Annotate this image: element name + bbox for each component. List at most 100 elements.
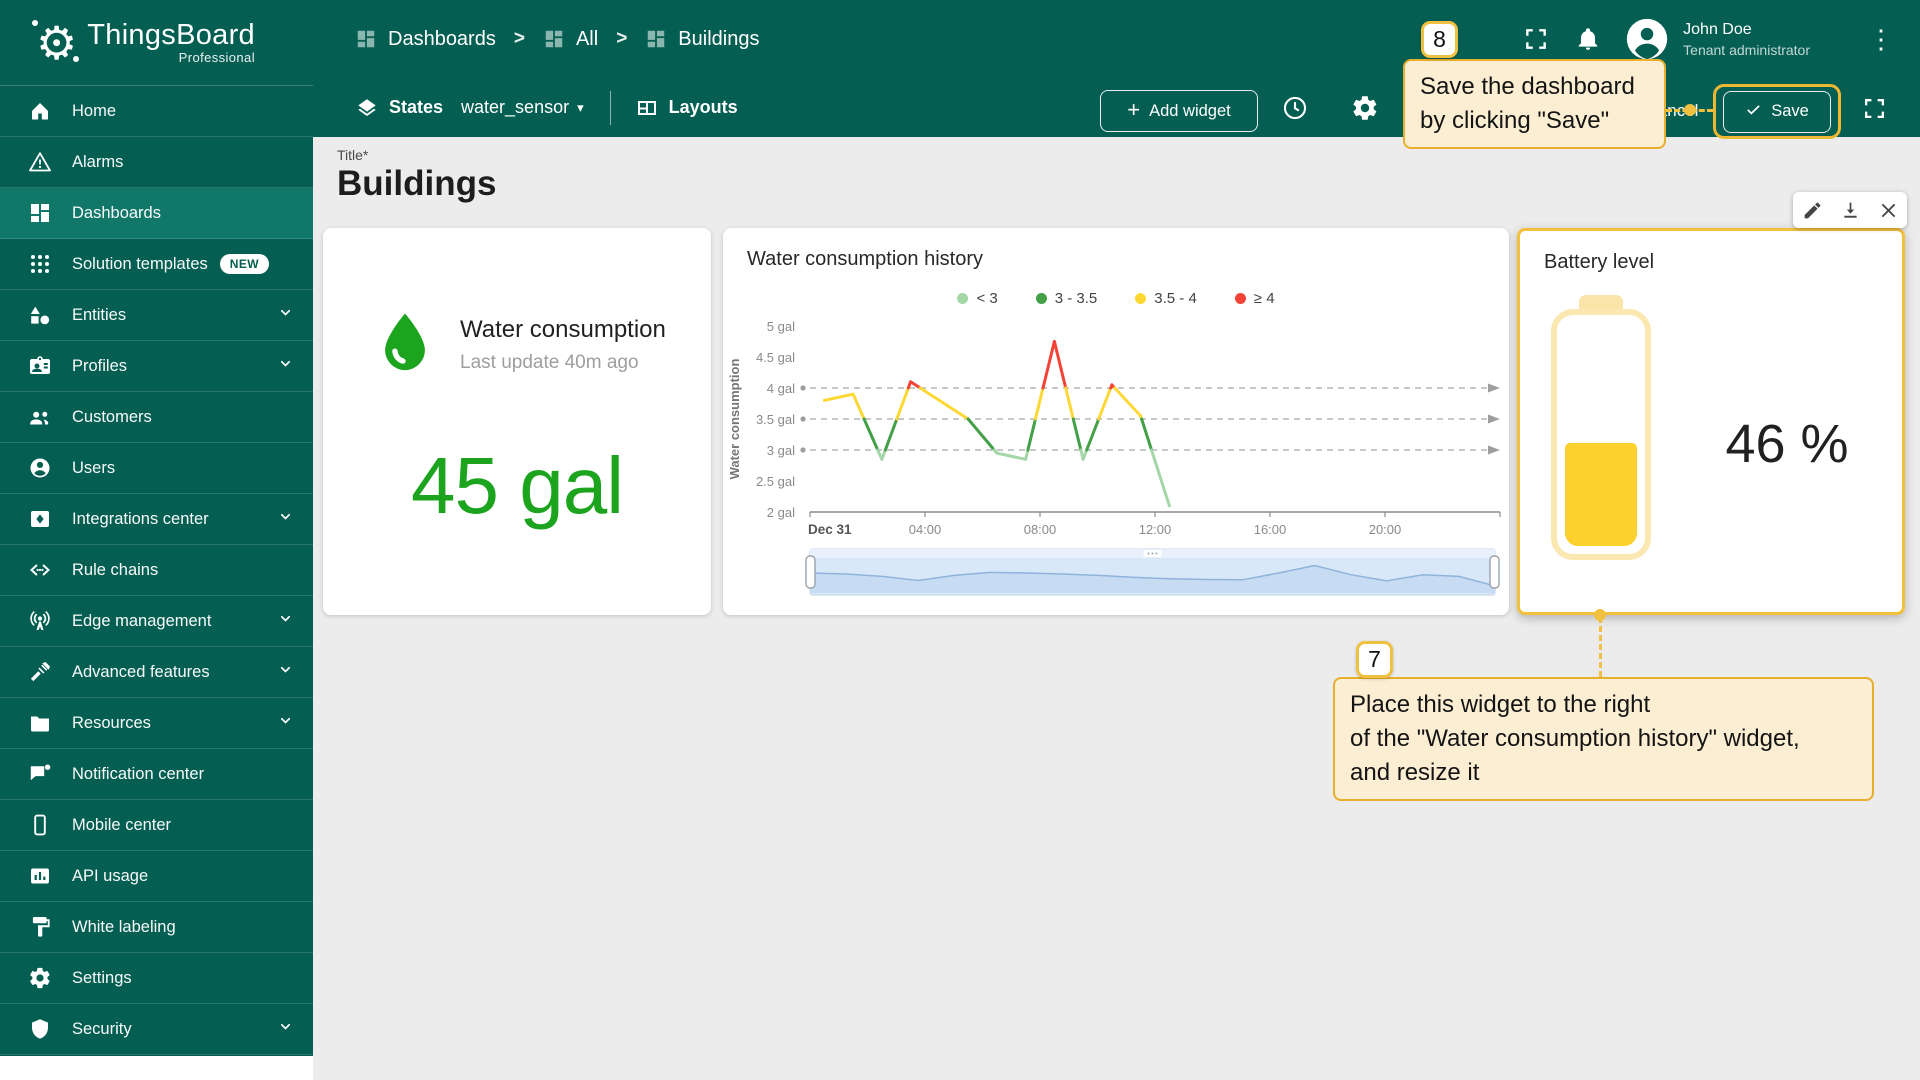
dashboard-icon bbox=[648, 30, 665, 48]
series-segment bbox=[1041, 340, 1056, 390]
breadcrumb-item-buildings[interactable]: Buildings bbox=[645, 28, 759, 51]
x-axis-tick-label: 12:00 bbox=[1139, 522, 1172, 537]
chevron-down-icon bbox=[280, 309, 291, 316]
water-drop-icon bbox=[374, 310, 436, 383]
tutorial-step-badge: 8 bbox=[1421, 21, 1458, 58]
widget-water-consumption[interactable]: Water consumption Last update 40m ago 45… bbox=[323, 228, 711, 615]
sidebar-item-mobile-center[interactable]: Mobile center bbox=[0, 800, 313, 851]
threshold-dot bbox=[800, 447, 806, 453]
sidebar-item-dashboards[interactable]: Dashboards bbox=[0, 188, 313, 239]
history-chart-title: Water consumption history bbox=[747, 248, 984, 270]
threshold-dot bbox=[800, 416, 806, 422]
sidebar-item-customers[interactable]: Customers bbox=[0, 392, 313, 443]
breadcrumb-item-all[interactable]: All bbox=[543, 28, 598, 51]
check-icon bbox=[1745, 101, 1762, 123]
dashboard-icon bbox=[357, 30, 375, 48]
water-consumption-value: 45 gal bbox=[411, 441, 624, 530]
thingsboard-logo[interactable]: ⚙ ThingsBoard Professional bbox=[0, 0, 313, 86]
breadcrumb: Dashboards > All > Buildings bbox=[355, 28, 759, 51]
breadcrumb-item-dashboards[interactable]: Dashboards bbox=[355, 28, 496, 51]
series-segment bbox=[1113, 386, 1143, 418]
sidebar-item-integrations-center[interactable]: Integrations center bbox=[0, 494, 313, 545]
sidebar-item-api-usage[interactable]: API usage bbox=[0, 851, 313, 902]
sidebar-item-white-labeling[interactable]: White labeling bbox=[0, 902, 313, 953]
chevron-down-icon bbox=[280, 615, 291, 622]
sidebar-item-alarms[interactable]: Alarms bbox=[0, 137, 313, 188]
threshold-arrow-icon bbox=[1488, 414, 1500, 424]
sidebar-item-advanced-features[interactable]: Advanced features bbox=[0, 647, 313, 698]
download-icon[interactable] bbox=[1840, 200, 1861, 221]
time-window-clock-icon[interactable] bbox=[1281, 94, 1309, 122]
minimap-handle-right[interactable] bbox=[1489, 555, 1500, 589]
sidebar-item-security[interactable]: Security bbox=[0, 1004, 313, 1055]
series-segment bbox=[1033, 386, 1045, 421]
series-segment bbox=[1150, 448, 1171, 508]
sidebar-item-settings[interactable]: Settings bbox=[0, 953, 313, 1004]
chevron-down-icon bbox=[280, 666, 291, 673]
series-segment bbox=[851, 392, 866, 421]
dashboard-toolbar: States water_sensor ▾ Layouts + Add widg… bbox=[313, 78, 1920, 139]
thingsboard-logo-icon: ⚙ bbox=[32, 19, 80, 66]
save-button-highlight-ring: Save bbox=[1713, 84, 1841, 139]
sidebar-item-users[interactable]: Users bbox=[0, 443, 313, 494]
edit-icon[interactable] bbox=[1802, 200, 1823, 221]
sidebar-item-rule-chains[interactable]: Rule chains bbox=[0, 545, 313, 596]
widget-water-consumption-history[interactable]: Water consumption history < 3 3 - 3.5 3.5 … bbox=[723, 228, 1509, 615]
kebab-menu-icon[interactable]: ⋮ bbox=[1868, 26, 1894, 52]
fullscreen-icon[interactable] bbox=[1523, 26, 1549, 52]
widget-action-toolbar bbox=[1793, 192, 1907, 228]
user-menu[interactable]: John Doe Tenant administrator bbox=[1683, 21, 1810, 58]
sidebar-item-profiles[interactable]: Profiles bbox=[0, 341, 313, 392]
api-usage-icon bbox=[31, 868, 49, 884]
widget-battery-level[interactable]: Battery level 46 % bbox=[1517, 228, 1905, 615]
y-axis-tick-label: 3 gal bbox=[767, 443, 795, 458]
series-segment bbox=[822, 392, 855, 402]
legend-item[interactable]: 3.5 - 4 bbox=[1135, 290, 1197, 307]
minimap-handle-left[interactable] bbox=[805, 555, 816, 589]
water-consumption-title: Water consumption bbox=[460, 316, 666, 343]
y-axis-tick-label: 4.5 gal bbox=[756, 350, 795, 365]
history-chart-svg: 5 gal 4.5 gal 4 gal 3.5 gal 3 gal 2.5 gal 2 ga… bbox=[727, 319, 1501, 596]
sidebar-item-edge-management[interactable]: Edge management bbox=[0, 596, 313, 647]
toolbar-fullscreen-icon[interactable] bbox=[1862, 96, 1887, 121]
chevron-down-icon bbox=[280, 513, 291, 520]
save-button[interactable]: Save bbox=[1723, 90, 1831, 133]
sidebar-item-notification-center[interactable]: Notification center bbox=[0, 749, 313, 800]
user-avatar[interactable] bbox=[1625, 17, 1669, 61]
chevron-down-icon bbox=[280, 717, 291, 724]
x-axis-tick-label: 08:00 bbox=[1024, 522, 1057, 537]
customers-icon bbox=[30, 411, 49, 425]
legend-dot-icon bbox=[957, 293, 969, 304]
notifications-bell-icon[interactable] bbox=[1575, 26, 1601, 52]
legend-item[interactable]: ≥ 4 bbox=[1234, 290, 1275, 307]
mobile-center-icon bbox=[34, 814, 46, 836]
sidebar-item-solution-templates[interactable]: Solution templates NEW bbox=[0, 239, 313, 290]
layouts-button[interactable]: Layouts bbox=[669, 97, 738, 118]
x-axis-tick-label: 20:00 bbox=[1369, 522, 1402, 537]
caret-down-icon[interactable]: ▾ bbox=[577, 100, 584, 116]
state-selector[interactable]: water_sensor bbox=[461, 97, 569, 118]
close-icon[interactable] bbox=[1878, 200, 1899, 221]
legend-dot-icon bbox=[1035, 293, 1047, 304]
states-label[interactable]: States bbox=[389, 97, 443, 118]
chevron-down-icon bbox=[280, 1023, 291, 1030]
minimap-grip-dot bbox=[1147, 552, 1150, 555]
legend-item[interactable]: 3 - 3.5 bbox=[1035, 290, 1097, 307]
sidebar-item-resources[interactable]: Resources bbox=[0, 698, 313, 749]
tutorial-tooltip-step8: Save the dashboard by clicking "Save" bbox=[1403, 59, 1666, 149]
dashboard-settings-gear-icon[interactable] bbox=[1351, 94, 1379, 122]
brand-name: ThingsBoard bbox=[87, 19, 255, 51]
add-widget-button[interactable]: + Add widget bbox=[1100, 90, 1258, 132]
layouts-icon bbox=[635, 96, 659, 120]
x-axis-tick-label: 16:00 bbox=[1254, 522, 1287, 537]
water-consumption-last-update: Last update 40m ago bbox=[460, 352, 639, 373]
dashboard-canvas: Title* Buildings Water consumption Last … bbox=[313, 137, 1920, 1080]
legend-item[interactable]: < 3 bbox=[957, 290, 998, 307]
sidebar-item-entities[interactable]: Entities bbox=[0, 290, 313, 341]
sidebar-item-home[interactable]: Home bbox=[0, 86, 313, 137]
y-axis-tick-label: 3.5 gal bbox=[756, 412, 795, 427]
advanced-features-icon bbox=[30, 662, 50, 682]
page-title[interactable]: Buildings bbox=[337, 164, 496, 204]
series-segment bbox=[862, 417, 880, 452]
new-badge: NEW bbox=[219, 254, 269, 274]
